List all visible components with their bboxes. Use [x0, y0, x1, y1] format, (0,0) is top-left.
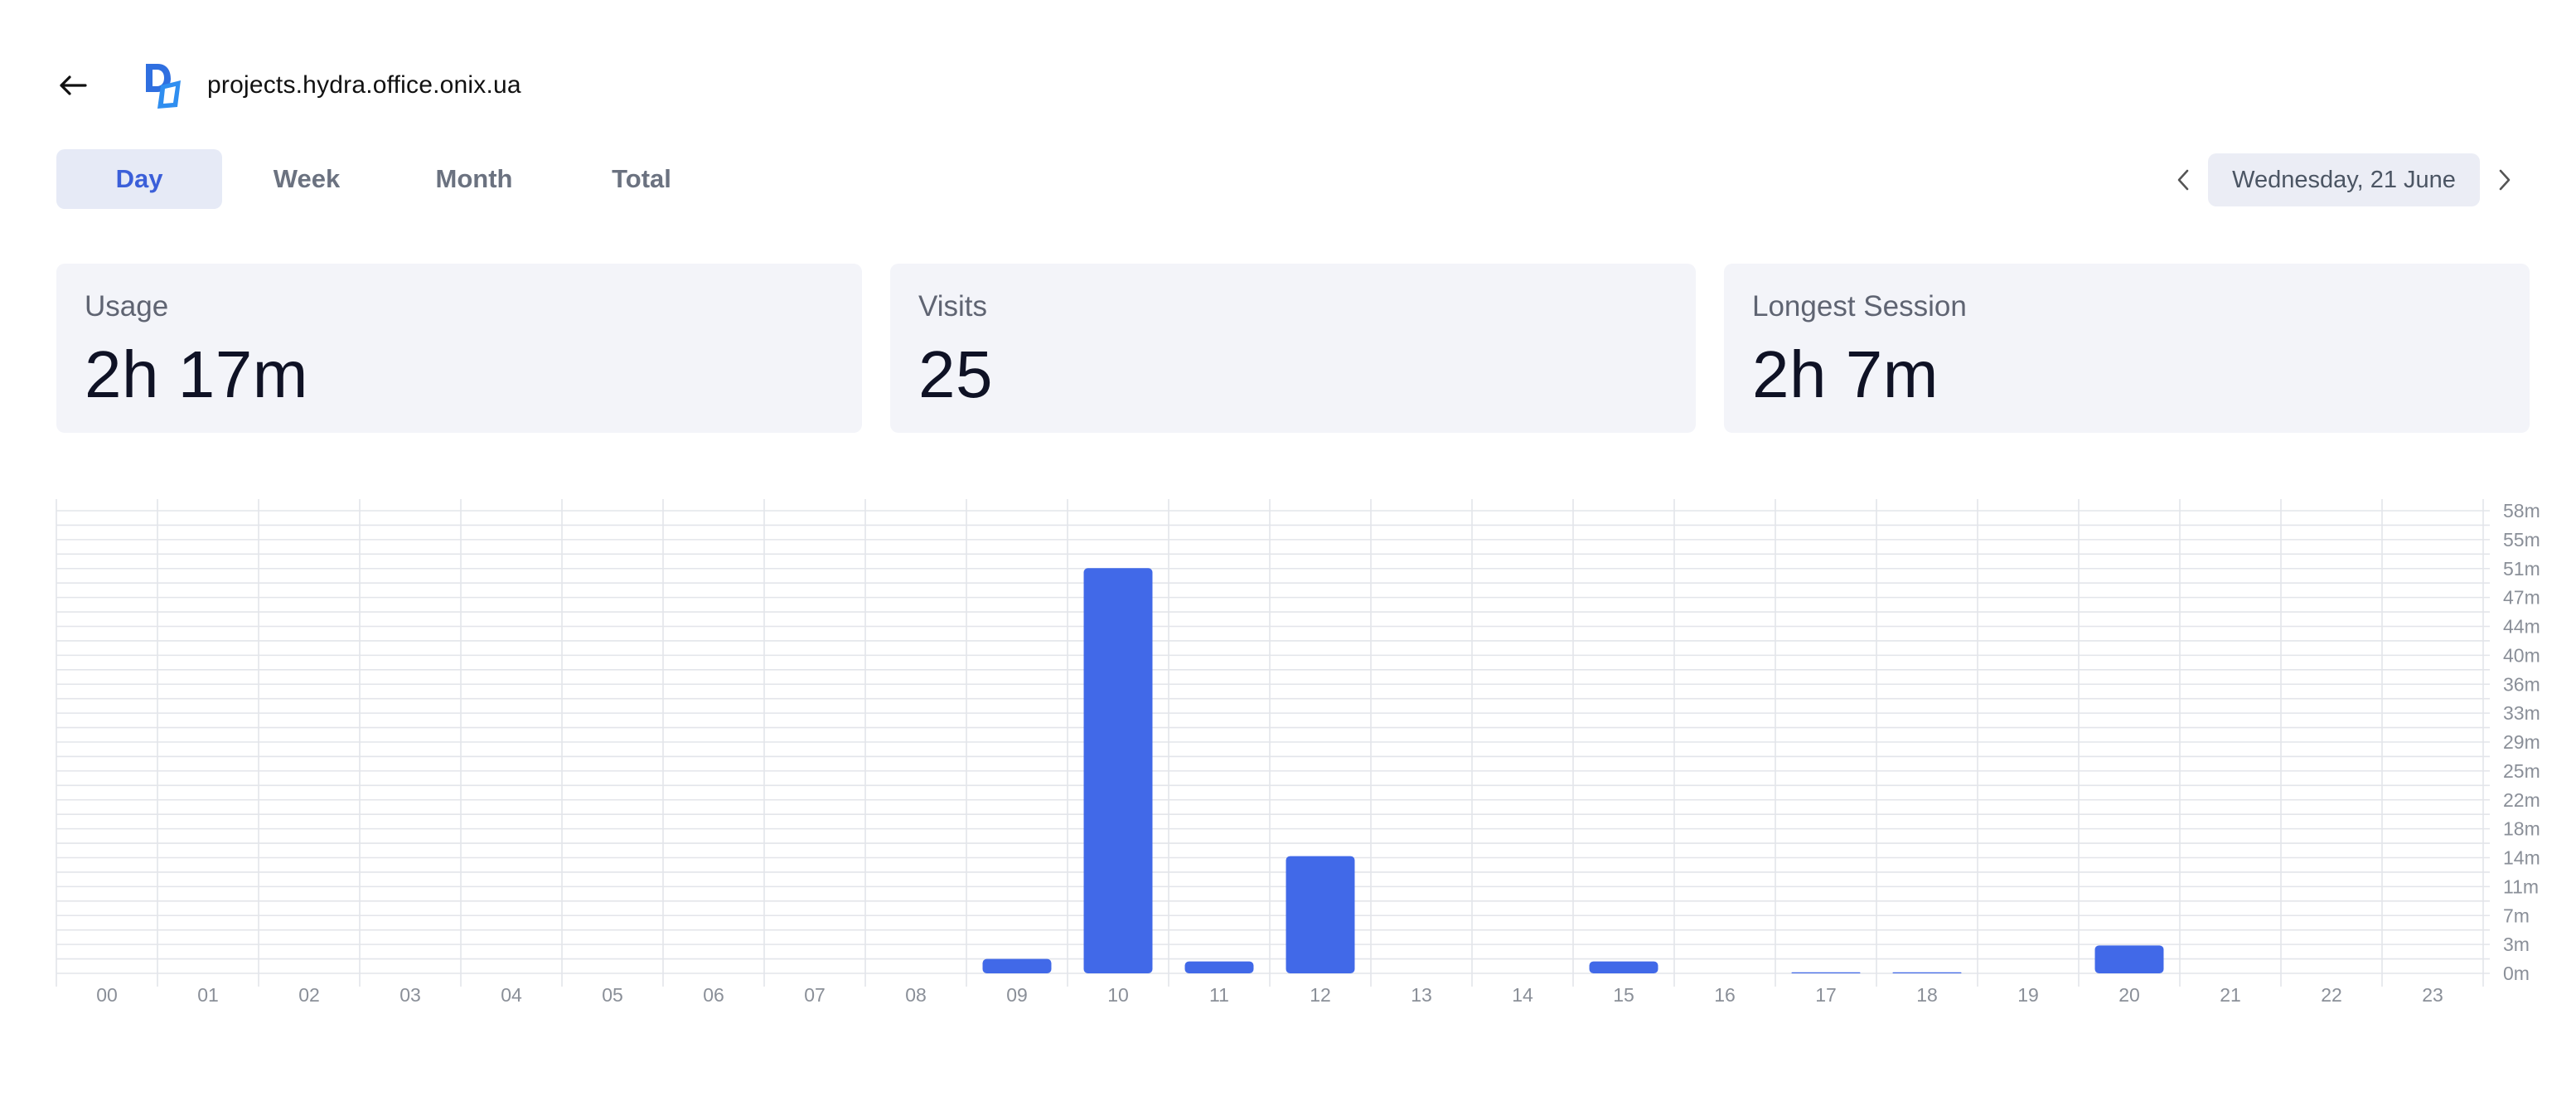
y-tick-label: 11m — [2503, 876, 2539, 897]
bar-hour-09[interactable] — [982, 958, 1052, 973]
x-tick-label: 01 — [197, 984, 219, 1006]
usage-bar-chart: 0m 3m 7m 11m 14m 18m 22m 25m 29m 33m 36m 40m 44m 47m 5… — [56, 499, 2540, 1006]
x-tick-label: 16 — [1714, 984, 1736, 1006]
visits-card: Visits 25 — [890, 264, 1696, 433]
y-tick-label: 55m — [2503, 529, 2540, 551]
x-tick-label: 20 — [2118, 984, 2140, 1006]
chevron-left-icon — [2177, 169, 2189, 191]
y-tick-label: 36m — [2503, 673, 2540, 695]
site-logo-icon — [146, 64, 181, 109]
usage-card: Usage 2h 17m — [56, 264, 862, 433]
x-tick-label: 04 — [501, 984, 522, 1006]
x-tick-label: 12 — [1310, 984, 1331, 1006]
bar-hour-20[interactable] — [2094, 945, 2164, 973]
previous-date-button[interactable] — [2163, 153, 2203, 207]
x-tick-label: 18 — [1916, 984, 1938, 1006]
x-tick-label: 23 — [2422, 984, 2443, 1006]
y-tick-label: 47m — [2503, 587, 2540, 609]
visits-label: Visits — [918, 290, 987, 323]
bar-hour-15[interactable] — [1589, 961, 1658, 973]
x-tick-label: 17 — [1815, 984, 1837, 1006]
bar-hour-11[interactable] — [1184, 961, 1254, 973]
site-title: projects.hydra.office.onix.ua — [207, 71, 521, 99]
x-tick-label: 06 — [703, 984, 724, 1006]
app-root: projects.hydra.office.onix.ua Day Week M… — [0, 0, 2576, 1106]
bar-hour-10[interactable] — [1083, 568, 1153, 973]
period-tabs: Day Week Month Total — [56, 149, 726, 209]
date-picker-button[interactable]: Wednesday, 21 June — [2208, 153, 2480, 206]
usage-chart: 0m 3m 7m 11m 14m 18m 22m 25m 29m 33m 36m 40m 44m 47m 5… — [0, 489, 2576, 1036]
x-tick-label: 03 — [399, 984, 421, 1006]
x-tick-label: 08 — [905, 984, 927, 1006]
visits-value: 25 — [918, 337, 993, 411]
x-tick-label: 07 — [804, 984, 826, 1006]
x-tick-label: 10 — [1107, 984, 1129, 1006]
x-tick-label: 22 — [2321, 984, 2342, 1006]
tab-total[interactable]: Total — [559, 149, 724, 209]
longest-session-value: 2h 7m — [1752, 337, 1939, 411]
y-tick-label: 0m — [2503, 963, 2530, 984]
y-tick-label: 14m — [2503, 847, 2540, 869]
tab-month[interactable]: Month — [391, 149, 557, 209]
y-tick-label: 25m — [2503, 760, 2540, 782]
longest-session-card: Longest Session 2h 7m — [1724, 264, 2530, 433]
usage-value: 2h 17m — [85, 337, 308, 411]
next-date-button[interactable] — [2485, 153, 2525, 207]
x-tick-label: 14 — [1512, 984, 1533, 1006]
x-tick-label: 00 — [96, 984, 118, 1006]
x-tick-label: 15 — [1613, 984, 1634, 1006]
y-tick-label: 29m — [2503, 731, 2540, 753]
x-tick-label: 09 — [1006, 984, 1028, 1006]
usage-label: Usage — [85, 290, 169, 323]
y-tick-label: 3m — [2503, 934, 2530, 955]
chevron-right-icon — [2499, 169, 2511, 191]
tab-day[interactable]: Day — [56, 149, 222, 209]
y-tick-label: 58m — [2503, 500, 2540, 521]
x-tick-label: 19 — [2017, 984, 2039, 1006]
back-button[interactable] — [53, 65, 93, 105]
x-tick-label: 13 — [1411, 984, 1432, 1006]
longest-session-label: Longest Session — [1752, 290, 1967, 323]
arrow-left-icon — [60, 75, 87, 95]
y-tick-label: 22m — [2503, 789, 2540, 811]
bar-hour-12[interactable] — [1286, 856, 1355, 973]
site-header: projects.hydra.office.onix.ua — [53, 56, 1048, 114]
y-tick-label: 51m — [2503, 558, 2540, 580]
y-tick-label: 40m — [2503, 644, 2540, 666]
y-tick-label: 44m — [2503, 616, 2540, 638]
tab-week[interactable]: Week — [224, 149, 390, 209]
y-tick-label: 33m — [2503, 702, 2540, 724]
x-tick-label: 02 — [298, 984, 320, 1006]
y-tick-label: 18m — [2503, 818, 2540, 840]
x-tick-label: 21 — [2220, 984, 2241, 1006]
x-tick-label: 05 — [602, 984, 623, 1006]
date-navigator: Wednesday, 21 June — [2163, 153, 2525, 207]
x-tick-label: 11 — [1209, 984, 1229, 1006]
y-tick-label: 7m — [2503, 905, 2530, 926]
